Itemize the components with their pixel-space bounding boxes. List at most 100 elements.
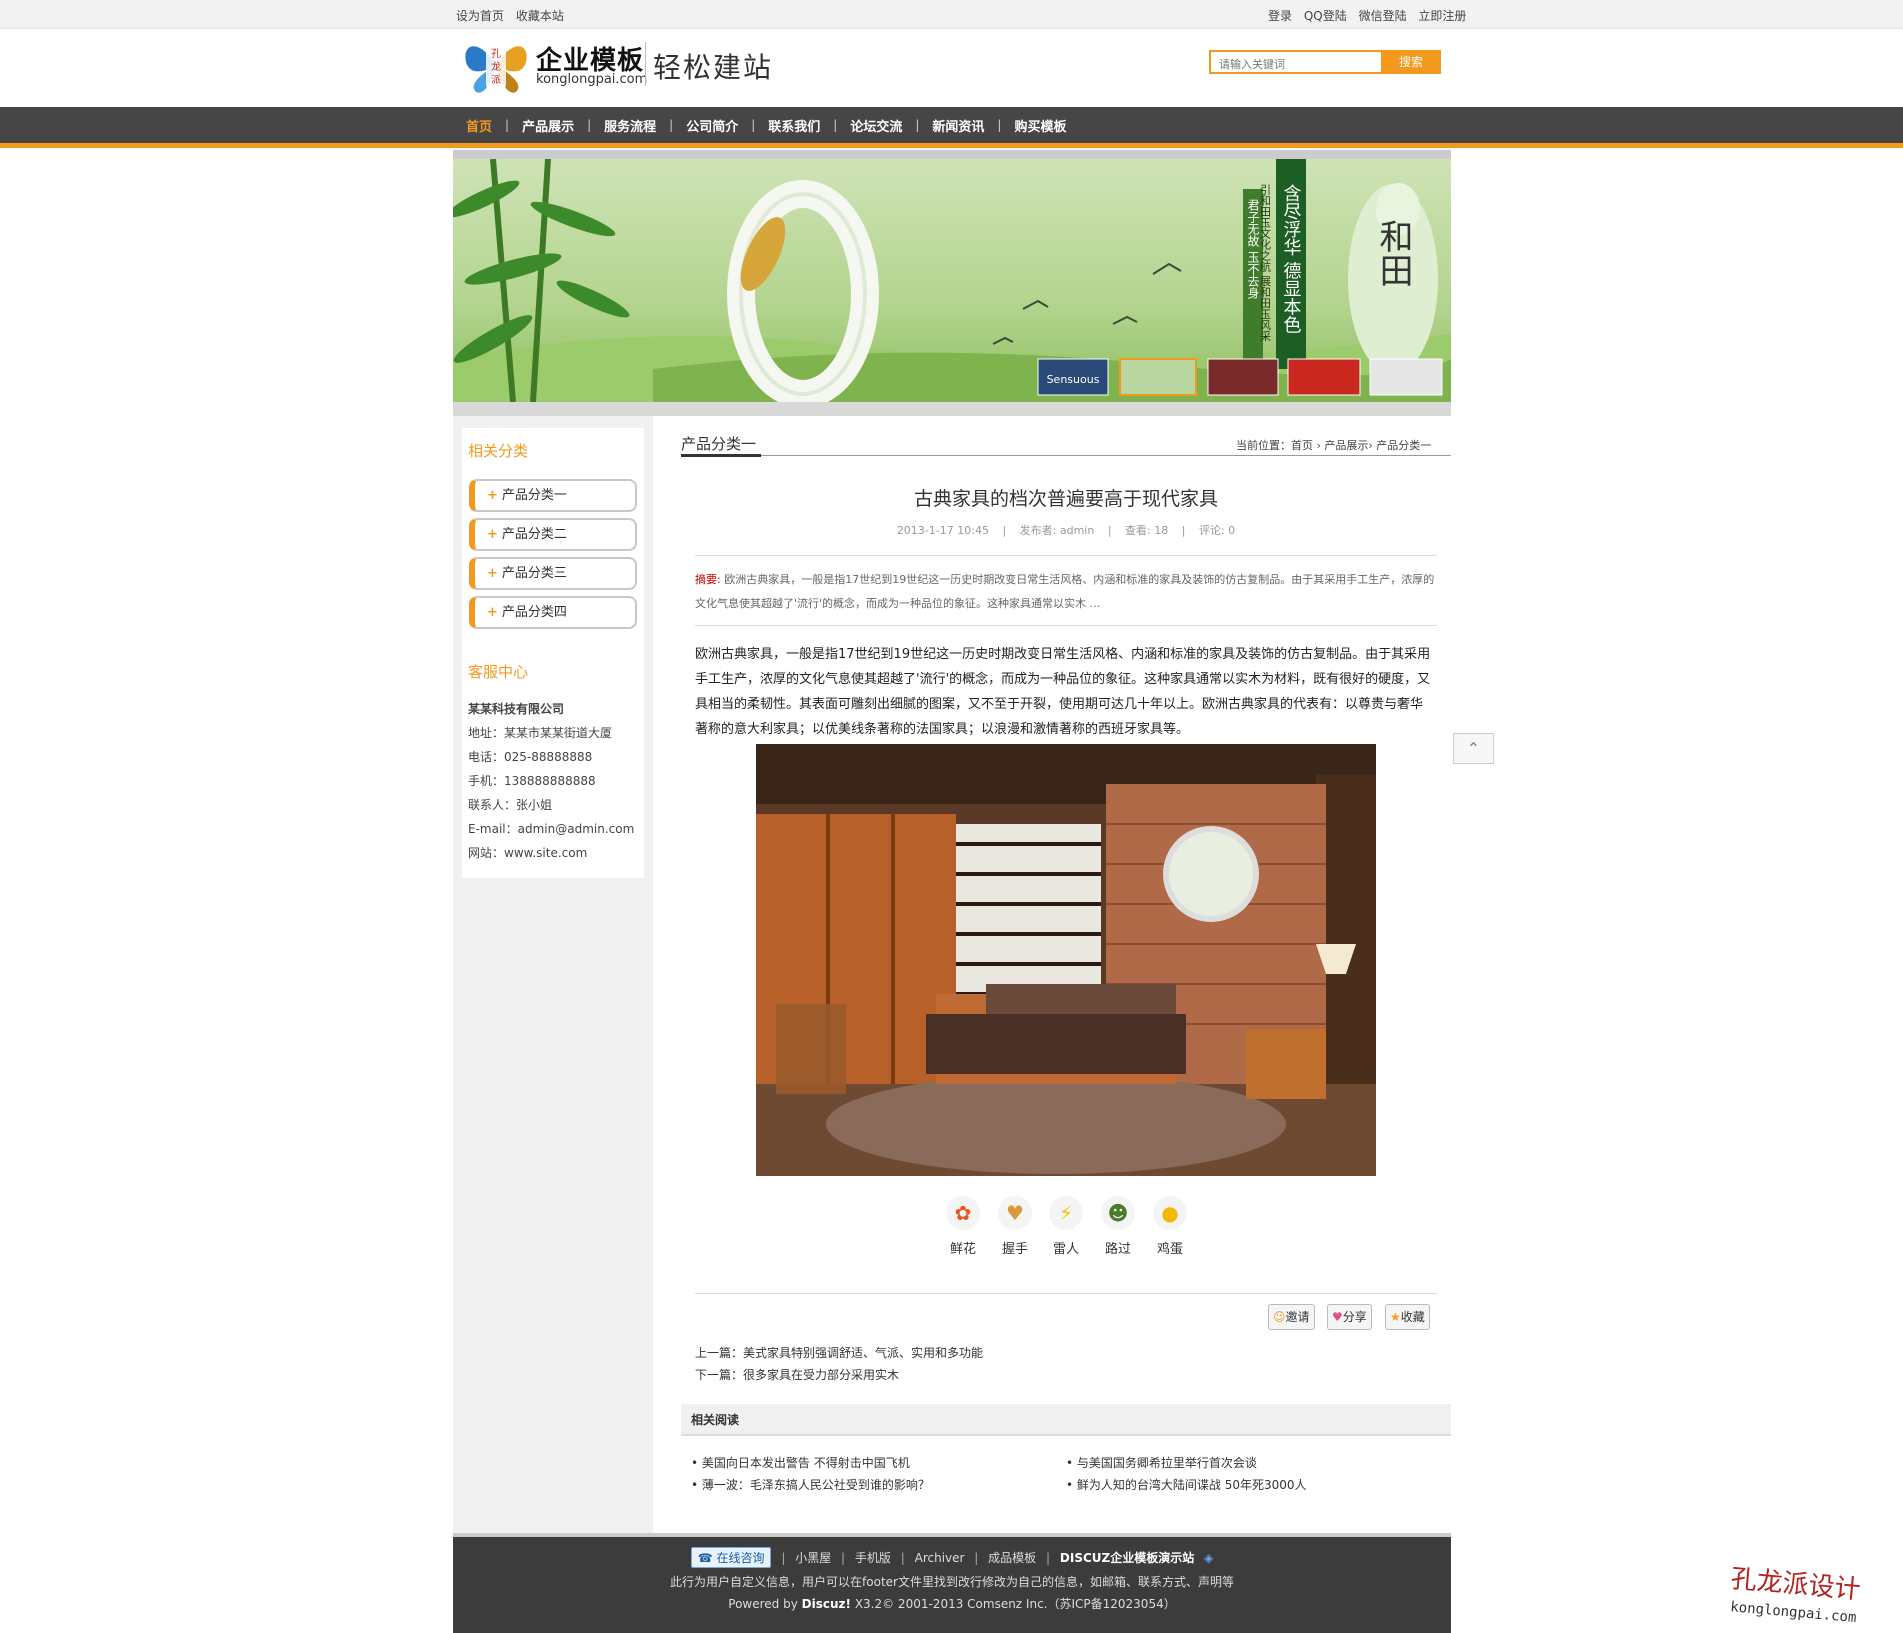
company-name: 某某科技有限公司 <box>468 702 565 716</box>
nav-item-products[interactable]: 产品展示 <box>522 116 574 135</box>
search-button[interactable]: 搜索 <box>1381 50 1441 74</box>
category-label: 产品分类三 <box>501 566 567 581</box>
footer-separator: | <box>781 1551 786 1565</box>
login-link[interactable]: 登录 <box>1268 9 1292 23</box>
breadcrumb[interactable]: 当前位置：首页 › 产品展示› 产品分类一 <box>1236 437 1431 453</box>
summary-label: 摘要: <box>695 573 721 586</box>
heart-icon: ♥ <box>1332 1310 1343 1324</box>
powered-brand[interactable]: Discuz! <box>802 1597 851 1611</box>
footer-separator: | <box>841 1551 846 1565</box>
banner-top-strip <box>453 150 1451 159</box>
egg-icon: ● <box>1153 1196 1187 1230</box>
invite-button[interactable]: ☺邀请 <box>1268 1304 1315 1330</box>
share-button[interactable]: ♥分享 <box>1327 1304 1372 1330</box>
logo-divider <box>645 42 646 86</box>
qq-login-link[interactable]: QQ登陆 <box>1304 9 1347 23</box>
wechat-login-link[interactable]: 微信登陆 <box>1359 9 1407 23</box>
section-title-divider <box>681 455 1451 456</box>
reaction-passby[interactable]: ☻ 路过 <box>1093 1196 1143 1257</box>
register-link[interactable]: 立即注册 <box>1418 9 1466 23</box>
banner-heading: 和田 <box>1373 219 1413 287</box>
reaction-label: 路过 <box>1104 1242 1131 1257</box>
reaction-egg[interactable]: ● 鸡蛋 <box>1145 1196 1195 1257</box>
favorite-button[interactable]: ★收藏 <box>1385 1304 1430 1330</box>
handshake-icon: ♥ <box>998 1196 1032 1230</box>
reaction-label: 雷人 <box>1052 1242 1079 1257</box>
sidebar-category-3[interactable]: + 产品分类三 <box>469 557 637 590</box>
topbar-left-links: 设为首页 收藏本站 <box>456 7 572 24</box>
butterfly-logo-icon[interactable]: 孔 龙 派 <box>460 34 532 96</box>
banner-vertical-tagline: 引和田玉文化之航 展和田玉风采 <box>1259 183 1272 342</box>
footer-link-templates[interactable]: 成品模板 <box>988 1551 1036 1565</box>
article-body: 欧洲古典家具，一般是指17世纪到19世纪这一历史时期改变日常生活风格、内涵和标准… <box>695 647 1431 737</box>
site-slogan: 轻松建站 <box>653 51 774 84</box>
bookmark-site-link[interactable]: 收藏本站 <box>516 9 564 23</box>
flower-icon: ✿ <box>946 1196 980 1230</box>
contact-mobile: 手机：138888888888 <box>468 774 596 788</box>
nav-separator: | <box>751 118 756 132</box>
nav-item-buy[interactable]: 购买模板 <box>1014 116 1066 135</box>
article-photo <box>756 744 1376 1176</box>
hero-banner[interactable]: Sensuous 和田 含尽浮华 德显本色 引和田玉文化之航 展和田玉风采 君子… <box>453 159 1451 402</box>
logo-mark-char-2: 龙 <box>491 60 501 73</box>
related-item[interactable]: • 鲜为人知的台湾大陆间谍战 50年死3000人 <box>1066 1476 1307 1493</box>
search-input[interactable]: 请输入关键词 <box>1209 50 1381 74</box>
share-label: 分享 <box>1342 1310 1367 1324</box>
nav-item-contact[interactable]: 联系我们 <box>768 116 820 135</box>
footer-site-name[interactable]: DISCUZ企业模板演示站 <box>1060 1551 1194 1565</box>
article-meta: 2013-1-17 10:45 | 发布者: admin | 查看: 18 | … <box>681 522 1451 538</box>
shield-icon: ◈ <box>1204 1551 1214 1565</box>
related-item[interactable]: • 薄一波：毛泽东搞人民公社受到谁的影响？ <box>691 1476 930 1493</box>
site-header: 孔 龙 派 企业模板 konglongpai.com 轻松建站 请输入关键词 搜… <box>0 30 1903 107</box>
chat-icon: ☎ <box>697 1551 717 1565</box>
meta-separator: | <box>1181 524 1186 537</box>
reaction-handshake[interactable]: ♥ 握手 <box>990 1196 1040 1257</box>
nav-item-home[interactable]: 首页 <box>466 116 492 135</box>
footer-separator: | <box>900 1551 905 1565</box>
bedroom-photo <box>756 744 1376 1176</box>
nav-item-forum[interactable]: 论坛交流 <box>850 116 902 135</box>
service-center-title: 客服中心 <box>468 663 529 681</box>
site-footer: ☎ 在线咨询 | 小黑屋 | 手机版 | Archiver | 成品模板 | D… <box>453 1537 1451 1633</box>
reaction-lightning[interactable]: ⚡ 雷人 <box>1041 1196 1091 1257</box>
plus-icon: + <box>487 566 498 581</box>
section-title: 产品分类一 <box>681 435 757 453</box>
soldier-icon: ☻ <box>1101 1196 1135 1230</box>
logo-domain: konglongpai.com <box>536 72 648 87</box>
category-label: 产品分类四 <box>501 605 567 620</box>
related-item[interactable]: • 与美国国务卿希拉里举行首次会谈 <box>1066 1454 1257 1471</box>
footer-separator: | <box>974 1551 979 1565</box>
set-homepage-link[interactable]: 设为首页 <box>456 9 504 23</box>
nav-item-news[interactable]: 新闻资讯 <box>932 116 984 135</box>
nav-item-services[interactable]: 服务流程 <box>604 116 656 135</box>
sidebar-category-2[interactable]: + 产品分类二 <box>469 518 637 551</box>
banner-vertical-motto: 君子无故 玉不去身 <box>1246 199 1260 299</box>
footer-link-blackroom[interactable]: 小黑屋 <box>795 1551 831 1565</box>
related-item[interactable]: • 美国向日本发出警告 不得射击中国飞机 <box>691 1454 910 1471</box>
next-article-link[interactable]: 下一篇：很多家具在受力部分采用实木 <box>695 1366 899 1383</box>
nav-separator: | <box>505 118 510 132</box>
contact-phone: 电话：025-88888888 <box>468 750 593 764</box>
sidebar-category-1[interactable]: + 产品分类一 <box>469 479 637 512</box>
category-label: 产品分类二 <box>501 527 567 542</box>
footer-custom-info: 此行为用户自定义信息，用户可以在footer文件里找到改行修改为自己的信息，如邮… <box>670 1575 1234 1589</box>
nav-item-about[interactable]: 公司简介 <box>686 116 738 135</box>
sidebar-category-4[interactable]: + 产品分类四 <box>469 596 637 629</box>
footer-link-archiver[interactable]: Archiver <box>915 1551 965 1565</box>
contact-website[interactable]: 网站：www.site.com <box>468 844 587 861</box>
footer-link-mobile[interactable]: 手机版 <box>855 1551 891 1565</box>
favorite-label: 收藏 <box>1400 1310 1425 1324</box>
footer-powered-by: Powered by Discuz! X3.2© 2001-2013 Comse… <box>453 1595 1451 1612</box>
online-consult-button[interactable]: ☎ 在线咨询 <box>690 1547 772 1568</box>
section-title-underline <box>681 454 761 457</box>
contact-address: 地址：某某市某某街道大厦 <box>468 726 613 740</box>
article-author[interactable]: 发布者: admin <box>1020 524 1095 537</box>
prev-article-link[interactable]: 上一篇：美式家具特别强调舒适、气派、实用和多功能 <box>695 1344 983 1361</box>
article-date: 2013-1-17 10:45 <box>896 524 989 537</box>
reaction-flower[interactable]: ✿ 鲜花 <box>938 1196 988 1257</box>
banner-thumb-caption: Sensuous <box>1047 373 1100 386</box>
article-title: 古典家具的档次普遍要高于现代家具 <box>913 488 1218 510</box>
back-to-top-button[interactable]: ⌃ <box>1453 733 1494 764</box>
nav-accent-line <box>0 143 1903 148</box>
contact-email[interactable]: E-mail：admin@admin.com <box>468 820 634 837</box>
